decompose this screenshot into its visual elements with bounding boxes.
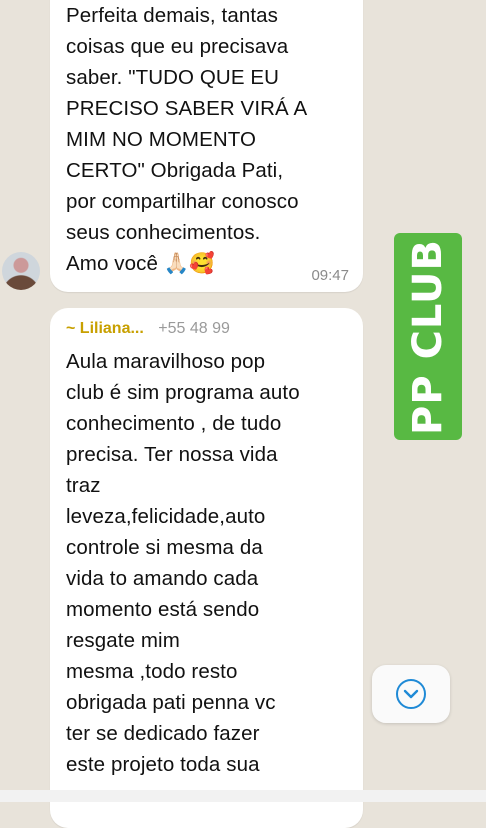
input-bar[interactable] [0, 790, 486, 802]
sender-name[interactable]: ~ Liliana... [66, 320, 144, 337]
sender-row: ~ Liliana... +55 48 99 [66, 320, 230, 338]
avatar[interactable] [2, 252, 40, 290]
message-text: Perfeita demais, tantas coisas que eu pr… [66, 4, 308, 275]
chevron-down-icon [396, 679, 426, 709]
message-bubble[interactable]: Perfeita demais, tantas coisas que eu pr… [50, 0, 363, 292]
pp-club-tag: PP CLUB [394, 233, 462, 440]
sender-phone: +55 48 99 [158, 320, 230, 337]
message-time: 09:47 [311, 267, 349, 284]
message-bubble[interactable]: ~ Liliana... +55 48 99 Aula maravilhoso … [50, 308, 363, 828]
scroll-to-bottom-button[interactable] [372, 665, 450, 723]
pp-club-label: PP CLUB [405, 238, 451, 435]
message-text: Aula maravilhoso pop club é sim programa… [66, 350, 300, 776]
